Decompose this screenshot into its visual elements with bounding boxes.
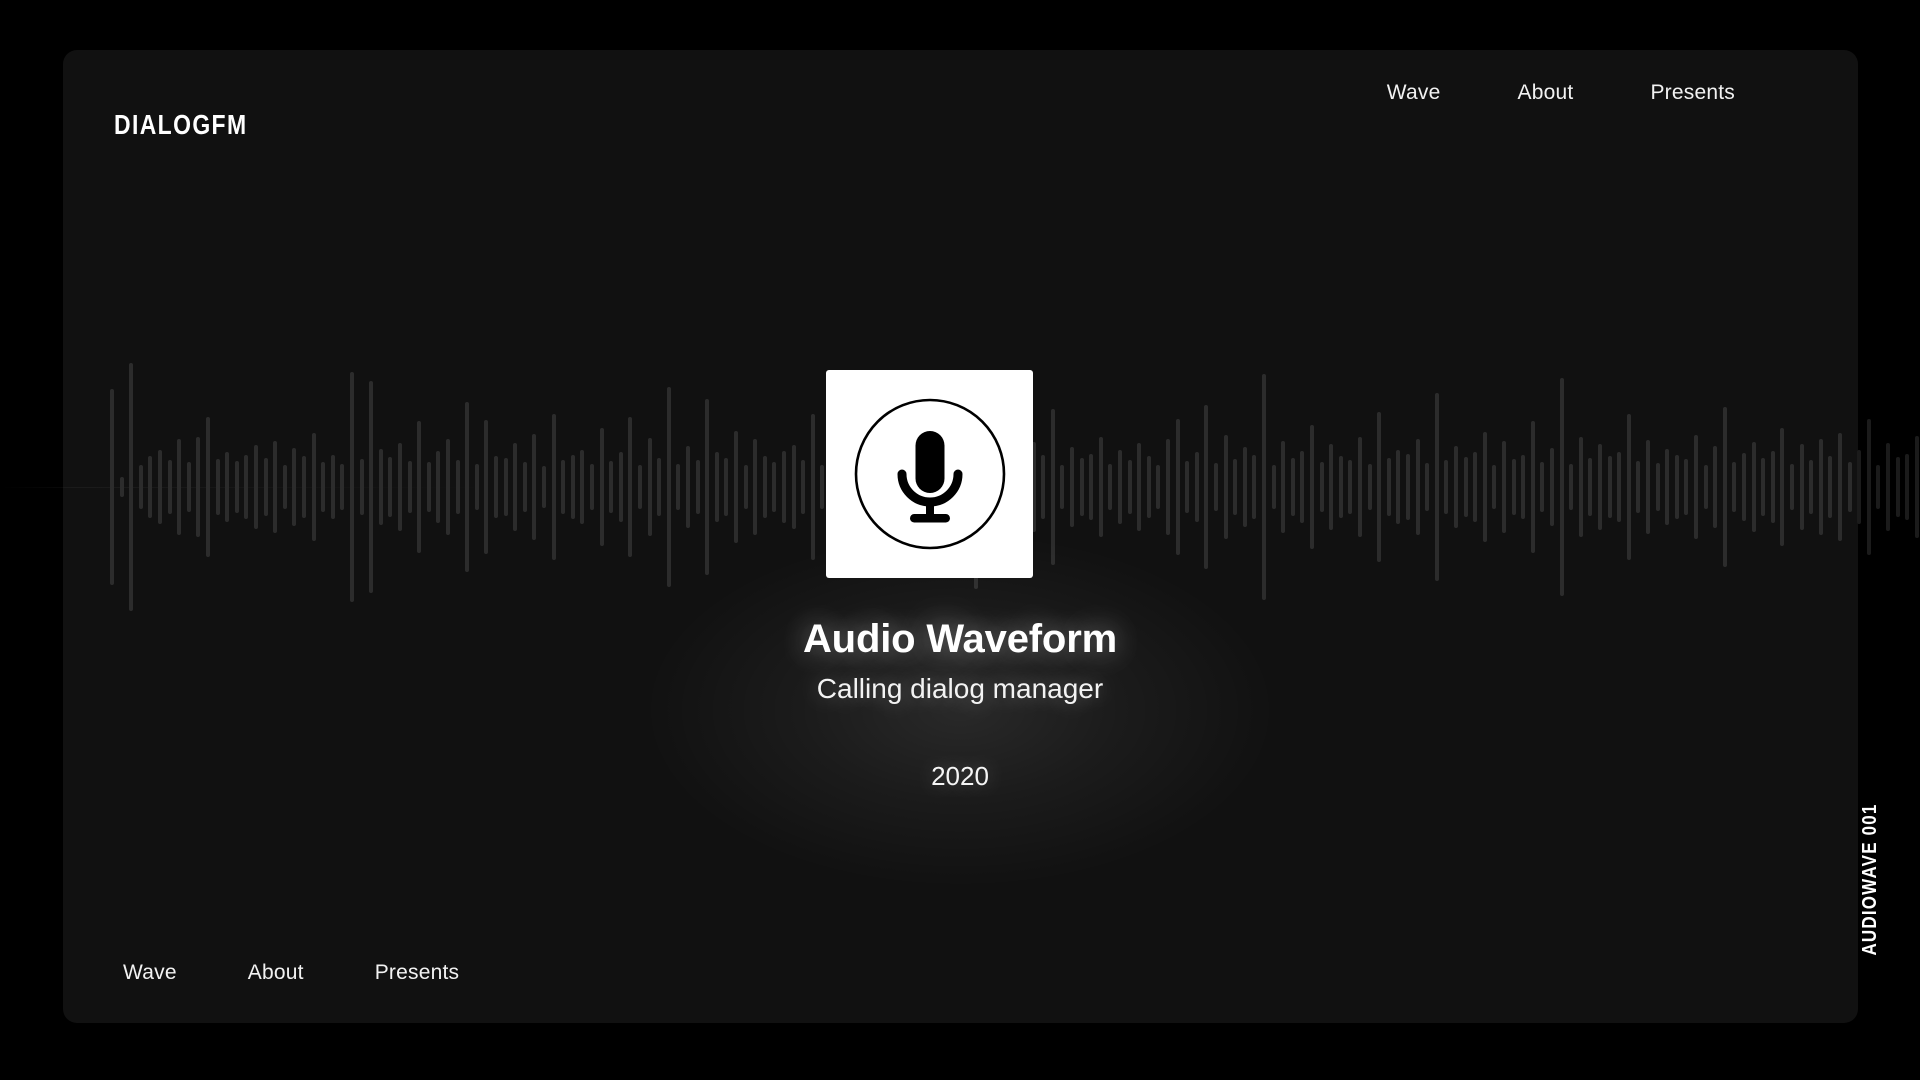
top-nav-item-presents[interactable]: Presents [1650,82,1735,103]
waveform-bar [1876,465,1881,509]
top-navigation: Wave About Presents [1387,82,1735,103]
top-nav-item-wave[interactable]: Wave [1387,82,1441,103]
top-nav-item-about[interactable]: About [1518,82,1574,103]
bottom-nav-item-presents[interactable]: Presents [375,962,460,983]
hero-text-block: Audio Waveform Calling dialog manager [0,616,1920,706]
screen-root: DIALOGFM Wave About Presents Audio Wavef… [0,0,1920,1080]
side-label: AUDIOWAVE 001 [1859,803,1881,956]
bottom-navigation: Wave About Presents [123,962,459,983]
waveform-bar [1905,454,1910,520]
year-label: 2020 [931,761,989,791]
waveform-bar [1886,443,1890,531]
page-subtitle: Calling dialog manager [816,673,1104,704]
microphone-card[interactable] [826,370,1033,578]
waveform-bar [1866,419,1871,555]
brand-logo[interactable]: DIALOGFM [114,111,247,139]
microphone-icon [854,398,1005,550]
bottom-nav-item-wave[interactable]: Wave [123,962,177,983]
page-title: Audio Waveform [802,617,1118,661]
waveform-bar [1895,457,1900,517]
bottom-nav-item-about[interactable]: About [248,962,304,983]
waveform-bar [1914,436,1919,538]
